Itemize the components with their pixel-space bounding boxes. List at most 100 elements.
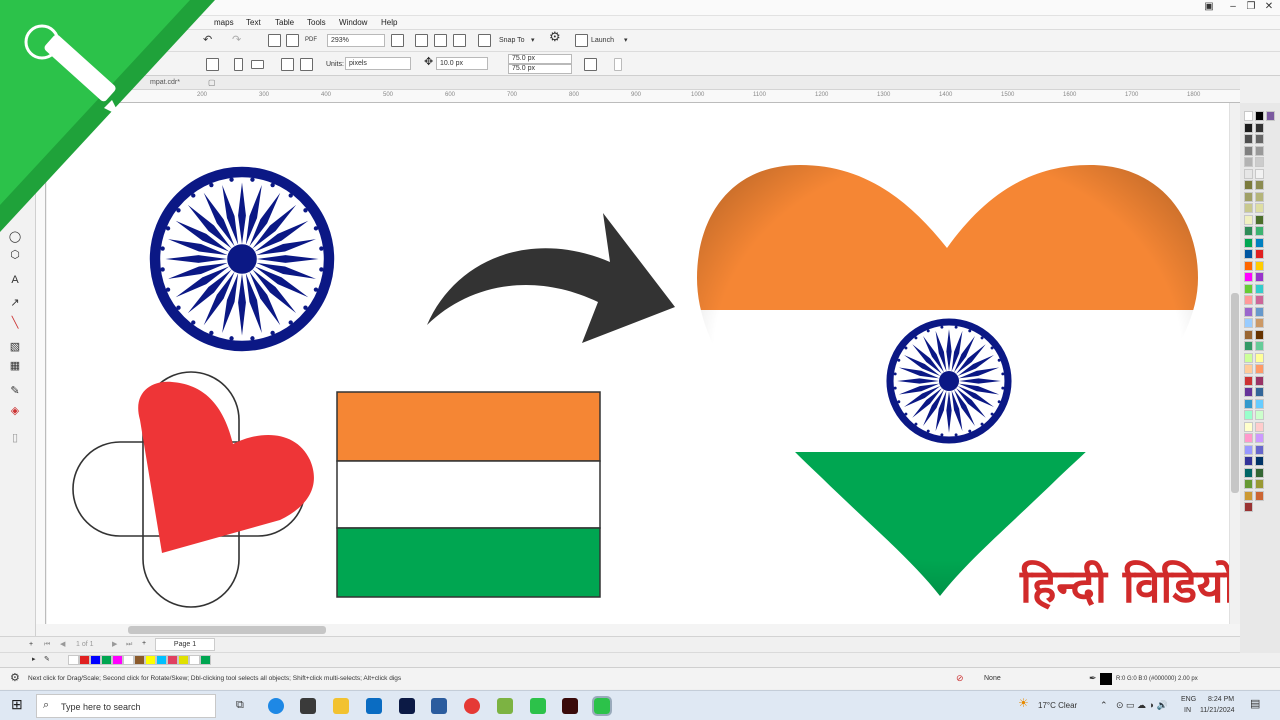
photoshop-icon[interactable] bbox=[399, 698, 415, 714]
document-swatch[interactable] bbox=[123, 655, 134, 665]
palette-swatch[interactable] bbox=[1244, 318, 1253, 328]
palette-swatch[interactable] bbox=[1255, 283, 1264, 294]
horizontal-scrollbar[interactable] bbox=[36, 624, 1240, 636]
document-swatch[interactable] bbox=[112, 655, 123, 665]
document-swatch[interactable] bbox=[156, 655, 167, 665]
palette-swatch[interactable] bbox=[1255, 214, 1264, 225]
palette-swatch[interactable] bbox=[1255, 329, 1264, 340]
palette-swatch[interactable] bbox=[1255, 180, 1264, 190]
palette-swatch[interactable] bbox=[1244, 122, 1253, 133]
chrome-icon[interactable] bbox=[464, 698, 480, 714]
palette-swatch[interactable] bbox=[1244, 180, 1253, 190]
document-swatch[interactable] bbox=[101, 655, 112, 665]
add-page-end-icon[interactable]: + bbox=[142, 639, 146, 649]
palette-swatch[interactable] bbox=[1255, 479, 1264, 489]
palette-swatch[interactable] bbox=[1255, 191, 1264, 202]
notification-icon[interactable]: ▤ bbox=[1250, 699, 1260, 710]
edge-icon[interactable] bbox=[268, 698, 284, 714]
gear-icon[interactable]: ⚙ bbox=[10, 673, 20, 684]
curved-arrow-icon[interactable] bbox=[427, 213, 675, 343]
ashoka-chakra-large[interactable] bbox=[149, 166, 335, 352]
palette-swatch[interactable] bbox=[1244, 295, 1253, 305]
palette-swatch[interactable] bbox=[1255, 433, 1264, 443]
palette-swatch[interactable] bbox=[1244, 364, 1253, 374]
document-swatch[interactable] bbox=[68, 655, 79, 665]
palette-swatch[interactable] bbox=[1244, 237, 1253, 248]
palette-swatch[interactable] bbox=[1255, 410, 1264, 420]
eyedropper-icon[interactable]: ✎ bbox=[44, 655, 50, 665]
tray-icons[interactable]: ⊙ ▭ ☁ ◑ 🔊 bbox=[1116, 700, 1168, 710]
palette-swatch[interactable] bbox=[1244, 490, 1253, 501]
weather-text[interactable]: 17°C Clear bbox=[1038, 701, 1077, 711]
first-page-icon[interactable]: ⏮ bbox=[44, 640, 50, 650]
palette-swatch[interactable] bbox=[1244, 191, 1253, 202]
document-swatch[interactable] bbox=[200, 655, 211, 665]
palette-swatch[interactable] bbox=[1244, 249, 1253, 259]
palette-swatch[interactable] bbox=[1255, 111, 1264, 121]
windows-start-icon[interactable]: ⊞ bbox=[11, 697, 23, 711]
palette-swatch[interactable] bbox=[1244, 387, 1253, 397]
palette-swatch[interactable] bbox=[1266, 111, 1275, 121]
document-swatch[interactable] bbox=[90, 655, 101, 665]
camtasia-icon[interactable] bbox=[497, 698, 513, 714]
palette-swatch[interactable] bbox=[1244, 111, 1253, 121]
palette-swatch[interactable] bbox=[1244, 260, 1253, 271]
clock-time[interactable]: 8:24 PM bbox=[1208, 695, 1234, 705]
palette-swatch[interactable] bbox=[1244, 134, 1253, 144]
prev-page-icon[interactable]: ◀ bbox=[60, 640, 65, 650]
palette-swatch[interactable] bbox=[1244, 410, 1253, 420]
scroll-thumb[interactable] bbox=[1231, 293, 1239, 493]
palette-swatch[interactable] bbox=[1255, 364, 1264, 374]
document-swatch[interactable] bbox=[189, 655, 200, 665]
palette-swatch[interactable] bbox=[1255, 145, 1264, 156]
palette-swatch[interactable] bbox=[1244, 145, 1253, 156]
palette-swatch[interactable] bbox=[1244, 456, 1253, 466]
palette-swatch[interactable] bbox=[1255, 387, 1264, 397]
page-tab[interactable]: Page 1 bbox=[155, 638, 215, 651]
file-explorer-icon[interactable] bbox=[333, 698, 349, 714]
palette-swatch[interactable] bbox=[1255, 157, 1264, 167]
palette-swatch[interactable] bbox=[1244, 168, 1253, 179]
palette-swatch[interactable] bbox=[1255, 421, 1264, 432]
palette-swatch[interactable] bbox=[1255, 341, 1264, 351]
document-swatch[interactable] bbox=[134, 655, 145, 665]
scroll-thumb[interactable] bbox=[128, 626, 326, 634]
palette-swatch[interactable] bbox=[1244, 157, 1253, 167]
palette-swatch[interactable] bbox=[1244, 329, 1253, 340]
palette-swatch[interactable] bbox=[1255, 306, 1264, 317]
illustrator-icon[interactable] bbox=[562, 698, 578, 714]
photos-icon[interactable] bbox=[431, 698, 447, 714]
palette-swatch[interactable] bbox=[1255, 260, 1264, 271]
outlook-icon[interactable] bbox=[366, 698, 382, 714]
palette-swatch[interactable] bbox=[1244, 272, 1253, 282]
palette-swatch[interactable] bbox=[1244, 226, 1253, 236]
palette-swatch[interactable] bbox=[1255, 318, 1264, 328]
palette-swatch[interactable] bbox=[1255, 134, 1264, 144]
palette-swatch[interactable] bbox=[1244, 467, 1253, 478]
language-top[interactable]: ENG bbox=[1181, 695, 1196, 705]
palette-swatch[interactable] bbox=[1244, 375, 1253, 386]
document-swatch[interactable] bbox=[167, 655, 178, 665]
flag-rectangles[interactable] bbox=[336, 391, 601, 598]
palette-swatch[interactable] bbox=[1244, 306, 1253, 317]
palette-swatch[interactable] bbox=[1244, 341, 1253, 351]
palette-swatch[interactable] bbox=[1255, 375, 1264, 386]
document-swatch[interactable] bbox=[178, 655, 189, 665]
palette-swatch[interactable] bbox=[1255, 490, 1264, 501]
last-page-icon[interactable]: ⏭ bbox=[126, 640, 132, 650]
document-swatch[interactable] bbox=[79, 655, 90, 665]
palette-swatch[interactable] bbox=[1244, 214, 1253, 225]
palette-swatch[interactable] bbox=[1244, 398, 1253, 409]
vertical-scrollbar[interactable] bbox=[1229, 103, 1240, 637]
coreldraw-active-icon[interactable] bbox=[592, 696, 612, 716]
palette-swatch[interactable] bbox=[1255, 272, 1264, 282]
palette-swatch[interactable] bbox=[1255, 226, 1264, 236]
task-view-icon[interactable]: ⧉ bbox=[236, 700, 244, 711]
palette-swatch[interactable] bbox=[1255, 456, 1264, 466]
store-icon[interactable] bbox=[300, 698, 316, 714]
palette-swatch[interactable] bbox=[1255, 237, 1264, 248]
palette-swatch[interactable] bbox=[1244, 203, 1253, 213]
coreldraw-icon[interactable] bbox=[530, 698, 546, 714]
palette-swatch[interactable] bbox=[1244, 444, 1253, 455]
palette-swatch[interactable] bbox=[1244, 352, 1253, 363]
